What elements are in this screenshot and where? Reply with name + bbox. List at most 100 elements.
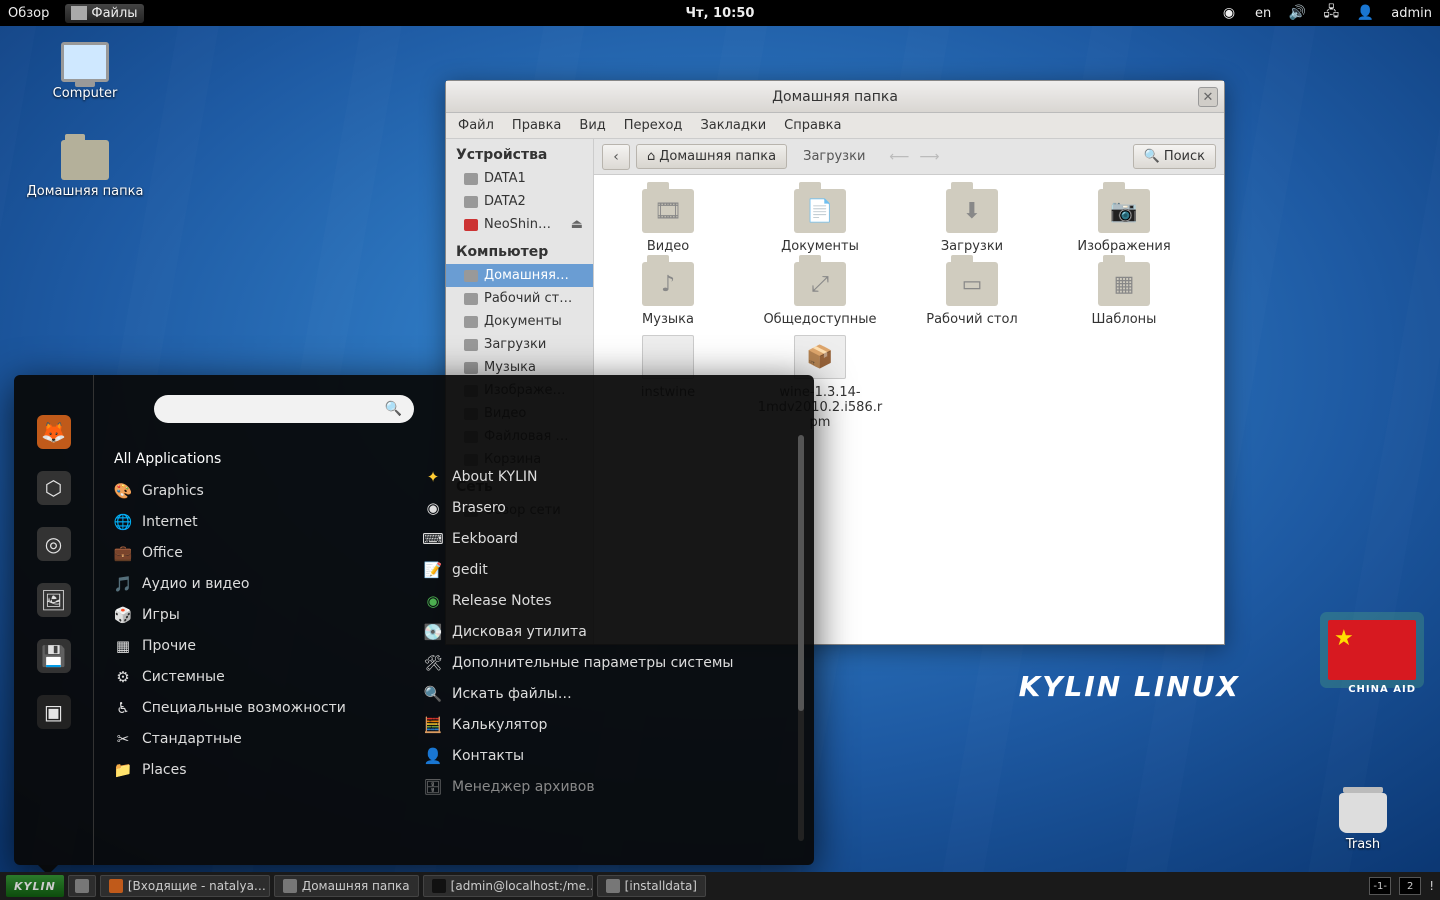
palette-icon: 🎨 <box>114 482 132 500</box>
menu-go[interactable]: Переход <box>624 118 683 133</box>
dice-icon: 🎲 <box>114 606 132 624</box>
sidebar-item-neoshine[interactable]: NeoShin…⏏ <box>446 213 593 236</box>
fav-app-icon[interactable]: ⬡ <box>37 471 71 505</box>
desktop-icon-trash[interactable]: Trash <box>1298 793 1428 852</box>
activities-button[interactable]: Обзор <box>8 6 49 21</box>
desktop-icon-label: Computer <box>20 86 150 101</box>
fm-item[interactable]: 🎞Видео <box>604 189 732 254</box>
category-accessories[interactable]: ✂Стандартные <box>114 730 394 748</box>
sidebar-item-data2[interactable]: DATA2 <box>446 190 593 213</box>
category-accessibility[interactable]: ♿Специальные возможности <box>114 699 394 717</box>
grid-icon: ▦ <box>114 637 132 655</box>
edit-icon: 📝 <box>424 561 442 579</box>
task-terminal[interactable]: [admin@localhost:/me… <box>423 875 593 897</box>
sidebar-item-documents[interactable]: Документы <box>446 310 593 333</box>
menu-edit[interactable]: Правка <box>512 118 561 133</box>
fav-firefox-icon[interactable]: 🦊 <box>37 415 71 449</box>
desktop-icon-computer[interactable]: Computer <box>20 42 150 101</box>
network-icon[interactable]: 🖧 <box>1323 5 1339 21</box>
start-menu-search[interactable]: 🔍 <box>154 395 414 423</box>
fav-photos-icon[interactable]: 🖼 <box>37 583 71 617</box>
all-applications-heading[interactable]: All Applications <box>114 451 394 467</box>
nav-back-icon[interactable]: ⟵ <box>885 144 913 170</box>
fm-item[interactable]: ⤢Общедоступные <box>756 262 884 327</box>
files-label: Файлы <box>91 6 137 21</box>
menu-help[interactable]: Справка <box>784 118 841 133</box>
sidebar-item-home[interactable]: Домашняя… <box>446 264 593 287</box>
workspace-2[interactable]: 2 <box>1399 877 1421 895</box>
fav-disk-icon[interactable]: ◎ <box>37 527 71 561</box>
files-menu-button[interactable]: Файлы <box>65 4 143 23</box>
category-internet[interactable]: 🌐Internet <box>114 513 394 531</box>
nav-forward-icon[interactable]: ⟶ <box>915 144 943 170</box>
emblem-icon: ♪ <box>642 262 694 306</box>
eject-icon[interactable]: ⏏ <box>571 217 583 232</box>
category-audio-video[interactable]: 🎵Аудио и видео <box>114 575 394 593</box>
star-icon: ✦ <box>424 468 442 486</box>
folder-icon <box>464 316 478 328</box>
desktop-icon-home[interactable]: Домашняя папка <box>20 140 150 199</box>
start-button[interactable]: KYLIN <box>6 875 64 897</box>
folder-icon: ♪ <box>642 262 694 306</box>
task-installdata[interactable]: [installdata] <box>597 875 706 897</box>
workspace-1[interactable]: -1- <box>1369 877 1391 895</box>
fav-terminal-icon[interactable]: ▣ <box>37 695 71 729</box>
app-advanced-settings[interactable]: 🛠Дополнительные параметры системы <box>424 654 794 672</box>
app-eekboard[interactable]: ⌨Eekboard <box>424 530 794 548</box>
start-menu-scrollbar[interactable] <box>798 435 804 841</box>
breadcrumb-home[interactable]: ⌂ Домашняя папка <box>636 144 787 169</box>
search-button[interactable]: 🔍 Поиск <box>1133 144 1216 169</box>
fm-item-label: Шаблоны <box>1060 312 1188 327</box>
sidebar-item-downloads[interactable]: Загрузки <box>446 333 593 356</box>
fm-item[interactable]: ▦Шаблоны <box>1060 262 1188 327</box>
app-release-notes[interactable]: ◉Release Notes <box>424 592 794 610</box>
app-about-kylin[interactable]: ✦About KYLIN <box>424 468 794 486</box>
category-other[interactable]: ▦Прочие <box>114 637 394 655</box>
clock[interactable]: Чт, 10:50 <box>686 6 755 21</box>
task-mail[interactable]: [Входящие - natalya… <box>100 875 270 897</box>
gear-icon: ⚙ <box>114 668 132 686</box>
window-titlebar[interactable]: Домашняя папка ✕ <box>446 81 1224 113</box>
window-close-button[interactable]: ✕ <box>1198 87 1218 107</box>
app-disk-utility[interactable]: 💽Дисковая утилита <box>424 623 794 641</box>
search-input[interactable] <box>166 402 385 417</box>
scissors-icon: ✂ <box>114 730 132 748</box>
breadcrumb-downloads[interactable]: Загрузки <box>793 145 875 168</box>
task-home-folder[interactable]: Домашняя папка <box>274 875 419 897</box>
keyboard-layout-indicator[interactable]: en <box>1255 6 1271 21</box>
fm-item[interactable]: ▭Рабочий стол <box>908 262 1036 327</box>
emblem-icon: 🎞 <box>642 189 694 233</box>
fm-item[interactable]: ♪Музыка <box>604 262 732 327</box>
back-button[interactable]: ‹ <box>602 144 630 170</box>
bottom-taskbar: KYLIN [Входящие - natalya… Домашняя папк… <box>0 872 1440 900</box>
fav-drive-icon[interactable]: 💾 <box>37 639 71 673</box>
menu-bookmarks[interactable]: Закладки <box>700 118 766 133</box>
accessibility-icon[interactable]: ◉ <box>1221 5 1237 21</box>
app-contacts[interactable]: 👤Контакты <box>424 747 794 765</box>
notification-indicator[interactable]: ! <box>1429 879 1434 893</box>
scrollbar-thumb[interactable] <box>798 435 804 711</box>
app-brasero[interactable]: ◉Brasero <box>424 499 794 517</box>
app-archive-manager[interactable]: 🗄Менеджер архивов <box>424 778 794 796</box>
category-graphics[interactable]: 🎨Graphics <box>114 482 394 500</box>
category-games[interactable]: 🎲Игры <box>114 606 394 624</box>
sidebar-item-data1[interactable]: DATA1 <box>446 167 593 190</box>
category-system[interactable]: ⚙Системные <box>114 668 394 686</box>
show-desktop-button[interactable] <box>68 875 96 897</box>
volume-icon[interactable]: 🔊 <box>1289 5 1305 21</box>
fm-item[interactable]: ⬇Загрузки <box>908 189 1036 254</box>
menu-file[interactable]: Файл <box>458 118 494 133</box>
fm-item[interactable]: 📄Документы <box>756 189 884 254</box>
app-search-files[interactable]: 🔍Искать файлы… <box>424 685 794 703</box>
user-menu[interactable]: admin <box>1391 6 1432 21</box>
category-places[interactable]: 📁Places <box>114 761 394 779</box>
disk-icon: 💽 <box>424 623 442 641</box>
app-calculator[interactable]: 🧮Калькулятор <box>424 716 794 734</box>
category-office[interactable]: 💼Office <box>114 544 394 562</box>
china-aid-label: CHINA AID <box>1348 684 1416 695</box>
app-gedit[interactable]: 📝gedit <box>424 561 794 579</box>
menu-view[interactable]: Вид <box>579 118 605 133</box>
fm-item-label: Рабочий стол <box>908 312 1036 327</box>
sidebar-item-desktop[interactable]: Рабочий ст… <box>446 287 593 310</box>
fm-item[interactable]: 📷Изображения <box>1060 189 1188 254</box>
